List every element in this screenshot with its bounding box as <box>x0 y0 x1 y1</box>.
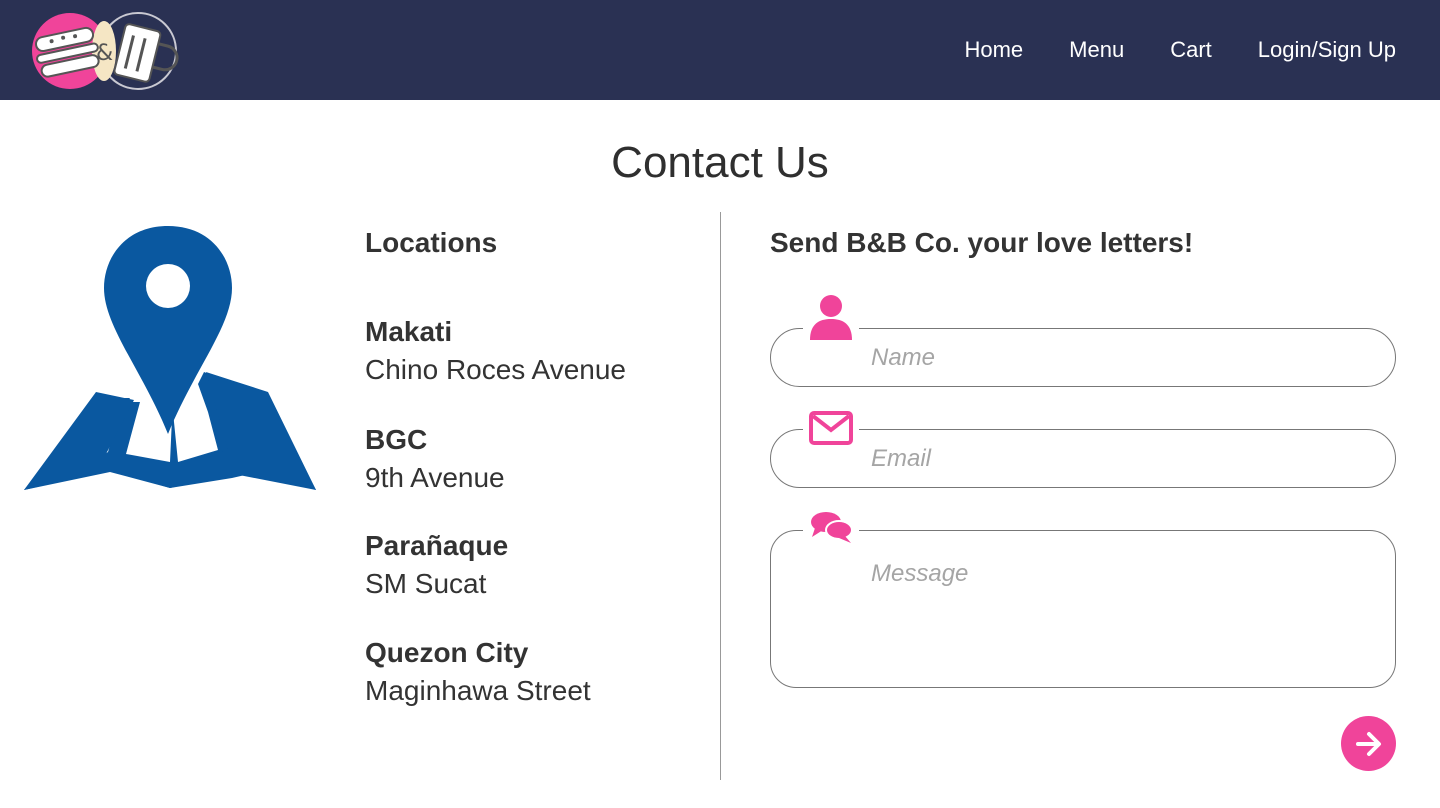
name-field <box>770 293 1396 387</box>
message-input[interactable] <box>871 559 1371 669</box>
chat-bubbles-icon <box>803 507 859 547</box>
location-name: Quezon City <box>365 637 529 668</box>
location-address: Maginhawa Street <box>365 675 591 706</box>
location-address: Chino Roces Avenue <box>365 354 626 385</box>
location-name: Parañaque <box>365 530 509 561</box>
svg-text:&: & <box>96 41 113 66</box>
nav-cart-link[interactable]: Cart <box>1170 36 1212 64</box>
nav-home-link[interactable]: Home <box>964 36 1023 64</box>
name-input[interactable] <box>871 343 1371 373</box>
location-name: BGC <box>365 424 428 455</box>
navbar: & Home Menu Cart Login/Sign Up <box>0 0 1440 100</box>
location-item: BGC 9th Avenue <box>365 422 705 498</box>
main-nav: Home Menu Cart Login/Sign Up <box>964 36 1396 64</box>
location-address: SM Sucat <box>365 568 487 599</box>
person-icon <box>803 293 859 343</box>
email-input[interactable] <box>871 444 1371 474</box>
section-divider <box>720 212 721 780</box>
location-name: Makati <box>365 316 453 347</box>
envelope-icon <box>803 408 859 448</box>
arrow-right-icon <box>1355 731 1381 756</box>
locations-section: Locations Makati Chino Roces Avenue BGC … <box>365 225 705 711</box>
locations-heading: Locations <box>365 227 498 258</box>
nav-menu-link[interactable]: Menu <box>1069 36 1124 64</box>
map-pin-icon <box>24 226 316 490</box>
nav-login-signup-link[interactable]: Login/Sign Up <box>1258 36 1396 64</box>
location-address: 9th Avenue <box>365 462 505 493</box>
message-field <box>770 507 1396 688</box>
location-item: Parañaque SM Sucat <box>365 528 705 604</box>
location-item: Quezon City Maginhawa Street <box>365 635 705 711</box>
submit-button[interactable] <box>1341 716 1396 771</box>
location-item: Makati Chino Roces Avenue <box>365 314 705 390</box>
logo-icon[interactable]: & <box>30 10 180 92</box>
form-heading: Send B&B Co. your love letters! <box>770 227 1194 258</box>
page-title: Contact Us <box>611 138 829 187</box>
email-field <box>770 408 1396 488</box>
